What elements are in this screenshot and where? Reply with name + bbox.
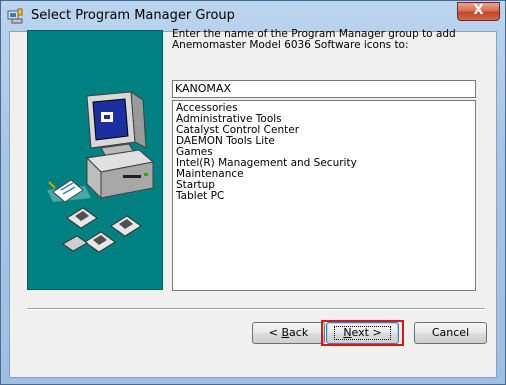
title-bar[interactable]: Select Program Manager Group X [1,1,505,30]
setup-icon [7,8,23,24]
next-button[interactable]: Next > [326,322,399,344]
setup-illustration-panel [27,30,163,290]
back-label-rest: ack [289,326,309,339]
list-item[interactable]: DAEMON Tools Lite [176,136,475,147]
window-title: Select Program Manager Group [31,8,235,23]
program-group-list[interactable]: Accessories Administrative Tools Catalys… [172,100,476,291]
button-separator [27,308,485,310]
back-button[interactable]: < Back [252,322,325,344]
close-button[interactable]: X [457,2,500,21]
instruction-line-2: Anemomaster Model 6036 Software icons to… [172,39,409,51]
computer-with-disks-illustration [47,91,155,253]
cancel-button[interactable]: Cancel [414,322,487,344]
list-item[interactable]: Tablet PC [176,191,475,202]
setup-dialog-window: Select Program Manager Group X Enter the… [0,0,506,385]
close-icon: X [473,3,484,18]
program-group-name-field[interactable]: KANOMAX [172,80,476,98]
back-label-mnemonic: B [281,326,290,339]
focus-rectangle [334,326,391,340]
list-item[interactable]: Maintenance [176,169,475,180]
back-label-prefix: < [268,326,282,339]
instruction-text: Enter the name of the Program Manager gr… [172,29,472,51]
